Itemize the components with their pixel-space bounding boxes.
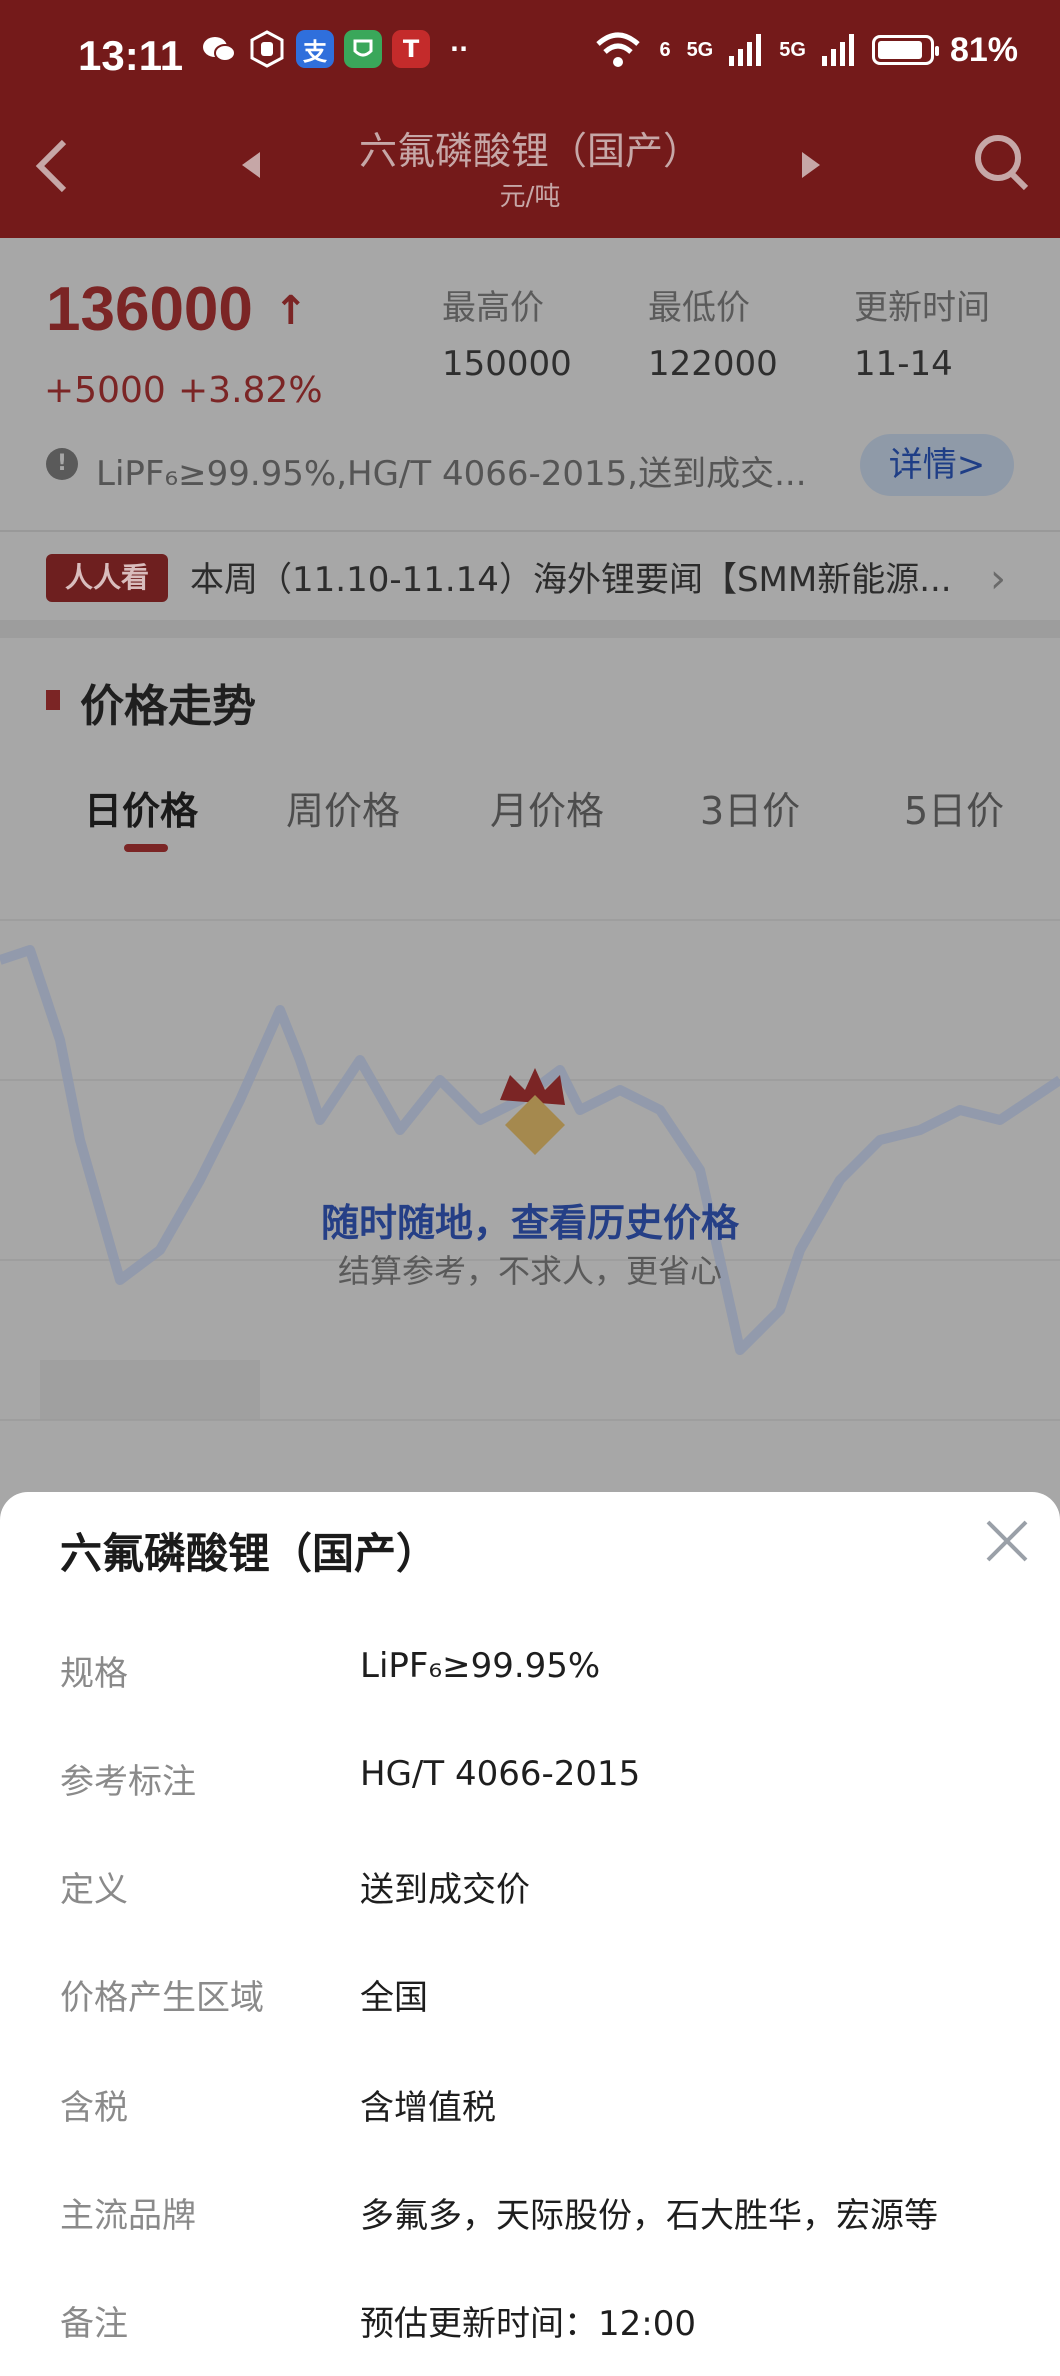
stat-label-high: 最高价 (442, 288, 544, 328)
row-label-brands: 主流品牌 (60, 2196, 196, 2236)
row-label-tax: 含税 (60, 2088, 128, 2128)
close-icon[interactable] (982, 1516, 1032, 1566)
section-divider (0, 620, 1060, 638)
stat-label-updated: 更新时间 (854, 288, 990, 328)
signal-bars-icon (821, 34, 854, 66)
active-tab-indicator (124, 844, 168, 852)
status-right: 6 5G 5G 81% (593, 30, 1018, 70)
row-value-note: 预估更新时间：12:00 (360, 2304, 696, 2344)
search-icon[interactable] (972, 132, 1030, 192)
shield-app-icon (344, 30, 382, 68)
network-label-c: 5G (779, 38, 806, 61)
detail-bottom-sheet (0, 1492, 1060, 2376)
network-label-b: 5G (686, 38, 714, 61)
spec-summary: LiPF₆≥99.95%,HG/T 4066-2015,送到成交... (96, 454, 807, 494)
alipay-icon: 支 (296, 30, 334, 68)
more-dots-icon: ·· (449, 35, 469, 63)
tab-daily[interactable]: 日价格 (84, 780, 198, 835)
chevron-right-icon[interactable]: › (990, 556, 1006, 602)
tesla-icon: T (392, 30, 430, 68)
stat-value-high: 150000 (442, 344, 572, 384)
tab-5day[interactable]: 5日价 (904, 780, 1004, 835)
locked-price-chart (0, 919, 1060, 1421)
news-badge: 人人看 (46, 554, 168, 602)
tab-monthly[interactable]: 月价格 (490, 780, 604, 835)
signal-bars-icon (729, 34, 762, 66)
tab-3day[interactable]: 3日价 (700, 780, 800, 835)
status-app-icons: 支 T ·· (200, 30, 478, 68)
row-label-definition: 定义 (60, 1870, 128, 1910)
stat-value-low: 122000 (648, 344, 778, 384)
section-marker (46, 690, 60, 710)
next-product-icon[interactable] (800, 150, 822, 180)
news-headline[interactable]: 本周（11.10-11.14）海外锂要闻【SMM新能源... (190, 552, 952, 601)
status-time: 13:11 (78, 32, 184, 79)
row-label-spec: 规格 (60, 1654, 128, 1694)
tab-weekly[interactable]: 周价格 (286, 780, 400, 835)
info-icon: ! (46, 448, 78, 480)
promo-title[interactable]: 随时随地，查看历史价格 (0, 1192, 1060, 1247)
row-label-note: 备注 (60, 2304, 128, 2344)
page-title: 六氟磷酸锂（国产） (358, 129, 701, 173)
price-change: +5000 (44, 370, 166, 411)
divider (0, 530, 1060, 532)
sheet-title: 六氟磷酸锂（国产） (60, 1529, 439, 1578)
page-unit: 元/吨 (499, 182, 561, 212)
battery-percent: 81% (949, 30, 1018, 69)
row-value-brands: 多氟多，天际股份，石大胜华，宏源等 (360, 2196, 938, 2236)
row-label-region: 价格产生区域 (60, 1978, 264, 2018)
row-label-reference: 参考标注 (60, 1762, 196, 1802)
section-title: 价格走势 (80, 681, 256, 732)
wifi-icon (596, 32, 641, 67)
hand-badge-icon (248, 30, 286, 68)
stat-value-updated: 11-14 (854, 344, 953, 384)
status-bar: 13:11 支 T ·· 6 5G 5G 81% (0, 0, 1060, 118)
row-value-definition: 送到成交价 (360, 1870, 530, 1910)
promo-subtitle: 结算参考，不求人，更省心 (337, 1252, 722, 1290)
wechat-icon (200, 30, 238, 68)
row-value-tax: 含增值税 (360, 2088, 496, 2128)
network-label-a: 6 (659, 38, 671, 61)
row-value-region: 全国 (360, 1978, 428, 2018)
battery-icon (871, 35, 939, 65)
current-price: 136000 (46, 275, 253, 344)
row-value-reference: HG/T 4066-2015 (360, 1754, 641, 1794)
price-change-percent: +3.82% (178, 370, 323, 411)
stat-label-low: 最低价 (648, 288, 750, 328)
row-value-spec: LiPF₆≥99.95% (360, 1646, 601, 1686)
up-arrow-icon: ↑ (274, 288, 308, 334)
detail-button[interactable]: 详情> (860, 434, 1014, 496)
